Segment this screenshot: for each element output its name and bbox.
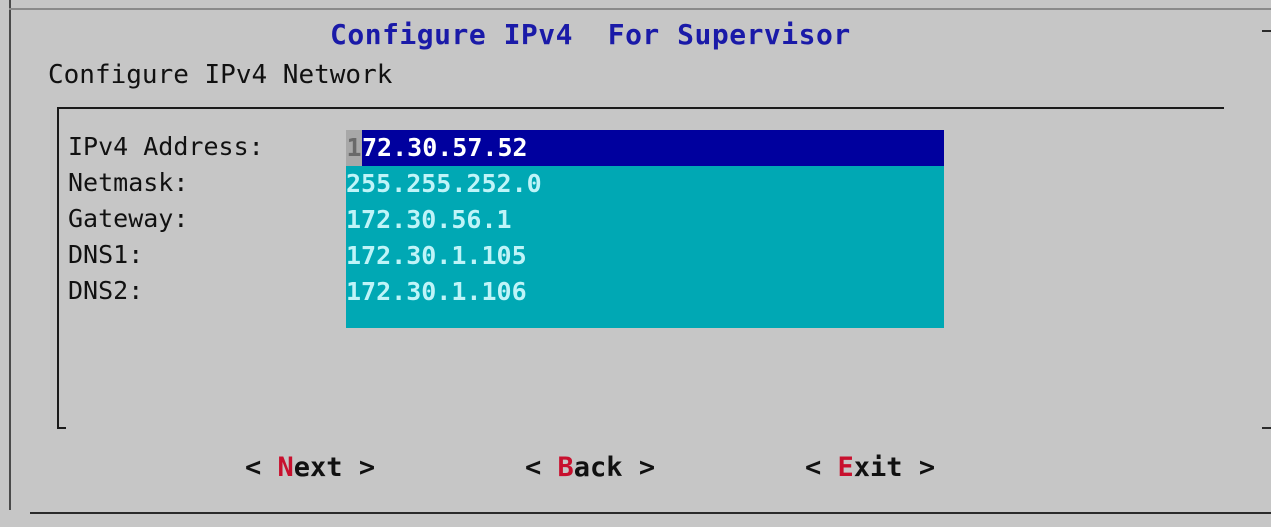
ipv4-address-value: 72.30.57.52 xyxy=(362,133,528,162)
form-box-corner xyxy=(57,427,66,429)
button-bar: < Next > < Back > < Exit > xyxy=(0,452,1271,492)
dialog-bottom-border xyxy=(30,512,1271,514)
button-bracket-close: > xyxy=(902,452,936,483)
field-label: Gateway: xyxy=(68,204,189,233)
back-hotkey: B xyxy=(557,452,574,483)
dialog-left-border xyxy=(9,0,11,510)
field-row-netmask: Netmask: 255.255.252.0 xyxy=(68,166,948,202)
exit-hotkey: E xyxy=(837,452,854,483)
field-label: Netmask: xyxy=(68,168,189,197)
dialog-screen: Configure IPv4 For Supervisor Configure … xyxy=(0,0,1271,527)
button-bracket-open: < xyxy=(525,452,558,483)
field-row-dns2: DNS2: 172.30.1.106 xyxy=(68,274,948,328)
gateway-input[interactable]: 172.30.56.1 xyxy=(346,202,944,238)
back-label-rest: ack xyxy=(573,452,623,483)
dialog-top-border xyxy=(9,8,1271,10)
dialog-subtitle: Configure IPv4 Network xyxy=(48,60,393,90)
exit-label-rest: xit xyxy=(853,452,903,483)
text-cursor: 1 xyxy=(346,130,362,166)
dialog-title: Configure IPv4 For Supervisor xyxy=(330,18,851,51)
field-row-ipv4-address: IPv4 Address: 172.30.57.52 xyxy=(68,130,948,166)
back-button[interactable]: < Back > xyxy=(525,452,655,483)
ipv4-address-input[interactable]: 172.30.57.52 xyxy=(346,130,944,166)
button-bracket-open: < xyxy=(805,452,838,483)
field-label: IPv4 Address: xyxy=(68,132,264,161)
right-edge-tick xyxy=(1262,427,1271,429)
field-label: DNS1: xyxy=(68,240,144,269)
field-row-dns1: DNS1: 172.30.1.105 xyxy=(68,238,948,274)
field-label: DNS2: xyxy=(68,276,144,305)
next-hotkey: N xyxy=(277,452,294,483)
button-bracket-close: > xyxy=(622,452,656,483)
next-button[interactable]: < Next > xyxy=(245,452,375,483)
field-row-gateway: Gateway: 172.30.56.1 xyxy=(68,202,948,238)
dns2-input[interactable]: 172.30.1.106 xyxy=(346,274,944,328)
right-edge-tick xyxy=(1262,30,1271,32)
button-bracket-close: > xyxy=(342,452,376,483)
next-label-rest: ext xyxy=(293,452,343,483)
netmask-input[interactable]: 255.255.252.0 xyxy=(346,166,944,202)
dns1-input[interactable]: 172.30.1.105 xyxy=(346,238,944,274)
exit-button[interactable]: < Exit > xyxy=(805,452,935,483)
button-bracket-open: < xyxy=(245,452,278,483)
